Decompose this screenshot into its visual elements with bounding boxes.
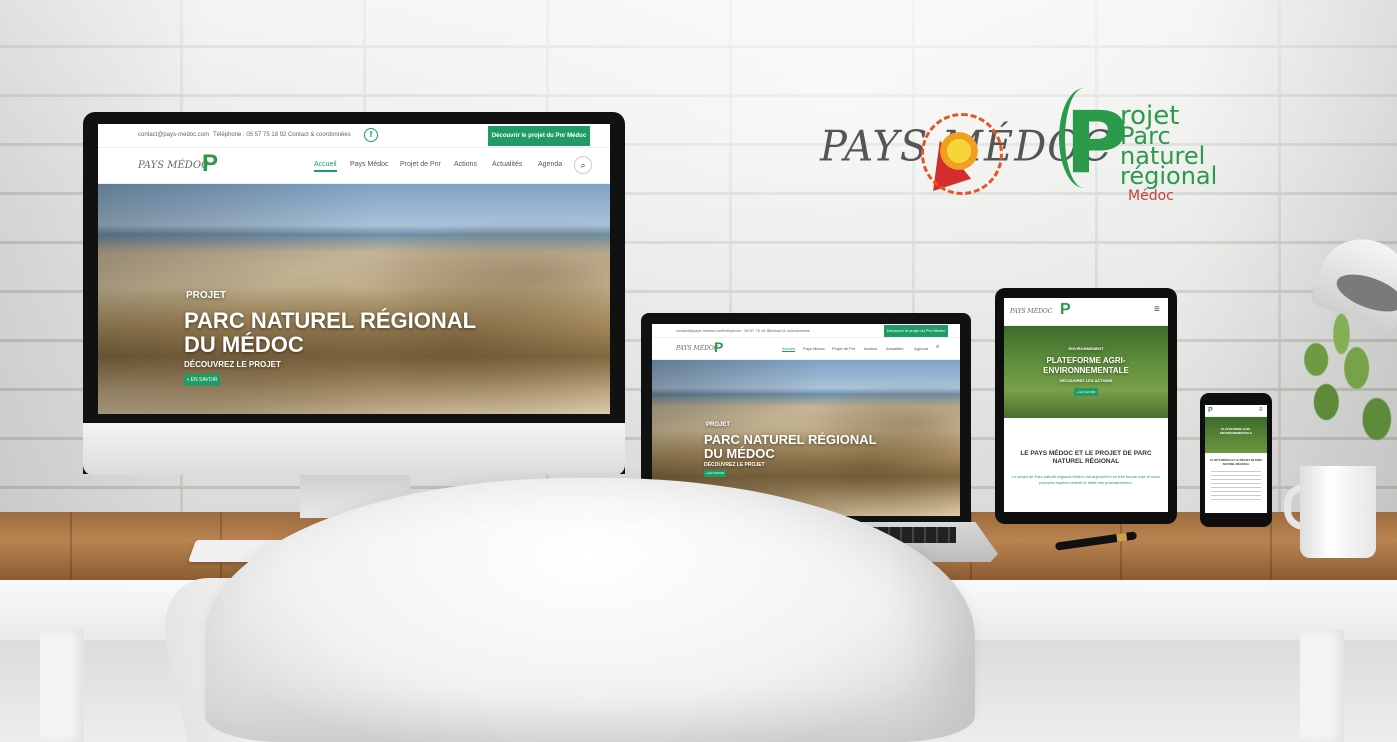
- nav-item-pays-medoc[interactable]: Pays Médoc: [350, 161, 389, 168]
- phone-link[interactable]: Téléphone : 05 57 75 18 92: [722, 328, 771, 333]
- phone-body-text: [1211, 471, 1261, 501]
- sun-icon: [921, 113, 1003, 195]
- desktop-screen: contact@pays-medoc.com Téléphone : 05 57…: [98, 124, 610, 414]
- desk-leg: [40, 630, 84, 742]
- search-icon[interactable]: ⌕: [574, 156, 592, 174]
- phone-nav: P ≡: [1205, 405, 1267, 417]
- hero-title-line1: PARC NATUREL RÉGIONAL: [704, 432, 877, 447]
- desktop-hero: PROJET PARC NATUREL RÉGIONAL DU MÉDOC DÉ…: [98, 184, 610, 414]
- email-link[interactable]: contact@pays-medoc.com: [676, 328, 723, 333]
- hero-title-line1: PARC NATUREL RÉGIONAL: [184, 308, 477, 333]
- laptop-topbar: contact@pays-medoc.com Téléphone : 05 57…: [652, 324, 960, 338]
- nav-item-actions[interactable]: Actions: [454, 161, 477, 168]
- phone-hero: PLATEFORME AGRI-ENVIRONNEMENTALE: [1205, 417, 1267, 453]
- tablet-nav: PAYS MÉDOC P ≡: [1004, 298, 1168, 326]
- site-logo-p[interactable]: P: [1208, 407, 1213, 414]
- nav-item-pays-medoc[interactable]: Pays Médoc: [803, 346, 825, 351]
- site-logo-p[interactable]: P: [202, 152, 218, 176]
- site-logo[interactable]: PAYS MÉDOC: [676, 345, 718, 352]
- desktop-topbar: contact@pays-medoc.com Téléphone : 05 57…: [98, 124, 610, 148]
- hero-subtitle: DÉCOUVREZ LES ACTIONS: [1059, 378, 1113, 383]
- projet-logo-words: rojet Parc naturel régional Médoc: [1120, 103, 1218, 206]
- discover-project-button[interactable]: Découvrir le projet du Pnr Médoc: [884, 325, 948, 337]
- hero-title-line2: ENVIRONNEMENTALE: [1043, 366, 1129, 375]
- site-logo[interactable]: PAYS MÉDOC: [138, 160, 209, 171]
- laptop-nav: PAYS MÉDOC P Accueil Pays Médoc Projet d…: [652, 338, 960, 360]
- tablet-screen: PAYS MÉDOC P ≡ ENVIRONNEMENT PLATEFORME …: [1004, 298, 1168, 512]
- nav-item-agenda[interactable]: Agenda: [914, 346, 928, 351]
- projet-parc-logo: P rojet Parc naturel régional Médoc: [1059, 88, 1217, 222]
- phone-screen: P ≡ PLATEFORME AGRI-ENVIRONNEMENTALE LE …: [1205, 405, 1267, 513]
- nav-item-actualites[interactable]: Actualités: [886, 346, 903, 351]
- nav-item-projet[interactable]: Projet de Pnr: [400, 161, 441, 168]
- phone-hero-title: PLATEFORME AGRI-ENVIRONNEMENTALE: [1219, 427, 1253, 435]
- facebook-icon[interactable]: f: [364, 128, 378, 142]
- nav-item-actions[interactable]: Actions: [864, 346, 877, 351]
- tablet-section-title: LE PAYS MÉDOC ET LE PROJET DE PARC NATUR…: [1020, 450, 1152, 465]
- site-logo-p[interactable]: P: [714, 340, 723, 354]
- hero-title-line2: DU MÉDOC: [184, 332, 304, 357]
- hero-cta-button[interactable]: » EN SAVOIR: [1074, 388, 1098, 396]
- contact-link[interactable]: Contact & coordonnées: [288, 132, 351, 138]
- projet-line: régional: [1120, 162, 1218, 190]
- site-logo[interactable]: PAYS MÉDOC: [1010, 308, 1052, 315]
- contact-link[interactable]: Contact & coordonnées: [768, 328, 810, 333]
- hero-title-line1: PLATEFORME AGRI-: [1046, 356, 1126, 365]
- desk-leg: [1300, 630, 1344, 742]
- email-link[interactable]: contact@pays-medoc.com: [138, 132, 209, 138]
- nav-item-accueil[interactable]: Accueil: [782, 346, 795, 352]
- hero-cta-button[interactable]: » EN SAVOIR: [704, 470, 726, 477]
- wall-logos: PAYS MÉDOC P rojet Parc naturel régional…: [820, 88, 1217, 222]
- hero-cta-button[interactable]: » EN SAVOIR: [184, 374, 220, 386]
- hamburger-menu-icon[interactable]: ≡: [1259, 407, 1263, 413]
- hero-kicker: PROJET: [186, 290, 227, 301]
- discover-project-button[interactable]: Découvrir le projet du Pnr Médoc: [488, 126, 590, 146]
- phone-section-title: LE PAYS MÉDOC ET LE PROJET DE PARC NATUR…: [1209, 459, 1263, 466]
- nav-item-accueil[interactable]: Accueil: [314, 161, 337, 172]
- tablet-section-text: Le projet de Parc naturel régional Médoc…: [1012, 474, 1160, 485]
- hero-subtitle: DÉCOUVREZ LE PROJET: [704, 462, 765, 468]
- hero-subtitle: DÉCOUVREZ LE PROJET: [184, 360, 281, 369]
- site-logo-p[interactable]: P: [1060, 302, 1071, 318]
- plant: [1296, 300, 1397, 470]
- tablet-hero: ENVIRONNEMENT PLATEFORME AGRI- ENVIRONNE…: [1004, 326, 1168, 418]
- hamburger-menu-icon[interactable]: ≡: [1154, 305, 1160, 315]
- hero-title-line2: DU MÉDOC: [704, 446, 775, 461]
- phone-link[interactable]: Téléphone : 05 57 75 18 92: [213, 132, 286, 138]
- search-icon[interactable]: ⌕: [936, 344, 939, 351]
- hero-kicker: PROJET: [706, 422, 731, 428]
- mug: [1300, 466, 1376, 558]
- desktop-nav: PAYS MÉDOC P Accueil Pays Médoc Projet d…: [98, 148, 610, 184]
- nav-item-projet[interactable]: Projet de Pnr: [832, 346, 855, 351]
- nav-item-agenda[interactable]: Agenda: [538, 161, 562, 168]
- logo-p-letter: P: [1065, 93, 1129, 193]
- hero-kicker: ENVIRONNEMENT: [1068, 346, 1104, 351]
- imac-chin: [83, 423, 625, 475]
- nav-item-actualites[interactable]: Actualités: [492, 161, 522, 168]
